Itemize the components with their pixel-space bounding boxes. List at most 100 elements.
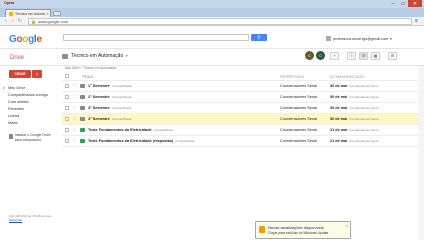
vertical-scrollbar[interactable]	[418, 66, 424, 240]
add-person-icon[interactable]: +	[330, 51, 339, 60]
browser-titlebar: Opera – ▭ ✕	[0, 0, 424, 8]
reload-icon[interactable]: ↻	[17, 18, 23, 24]
minimize-icon[interactable]: –	[388, 0, 398, 7]
computer-icon	[9, 134, 13, 139]
file-owner: Coordenadores Senai	[280, 95, 317, 99]
column-title[interactable]: TÍTULO	[82, 75, 93, 79]
table-row[interactable]: ☆ 2° Semestre Compartilhada Coordenadores…	[62, 92, 424, 103]
drive-product-label[interactable]: Drive	[10, 55, 24, 61]
star-icon[interactable]: ☆	[72, 127, 76, 133]
info-icon[interactable]: ⓘ	[347, 51, 356, 60]
row-checkbox[interactable]	[65, 106, 69, 110]
forward-icon[interactable]: ›	[10, 18, 16, 24]
tab-close-icon[interactable]: ×	[45, 11, 50, 16]
search-button[interactable]: ⚲	[251, 34, 267, 41]
select-all-checkbox[interactable]	[65, 74, 69, 78]
google-logo[interactable]: Google	[9, 34, 42, 45]
back-icon[interactable]: ‹	[3, 18, 9, 24]
drive-sidebar: CRIAR ⇪ ▾ Meu Drive Compartilhados comigo…	[0, 66, 62, 240]
avatar	[326, 36, 331, 41]
notification-title: Novas atualizações disponíveis	[268, 225, 324, 230]
install-text: Instalar o Google Drive para computador	[14, 133, 51, 142]
file-name: 2° Semestre Compartilhada	[88, 95, 132, 99]
row-checkbox[interactable]	[65, 84, 69, 88]
folder-title: Técnico em Automação	[71, 53, 124, 59]
file-owner: Coordenadores Senai	[280, 117, 317, 121]
file-modified: 21 de mai Coordenadores Senai	[330, 128, 379, 132]
spreadsheet-icon	[80, 128, 85, 132]
browser-tab[interactable]: Técnico em Automação - ... ×	[5, 9, 51, 17]
collaborator-avatar[interactable]: C	[316, 51, 325, 60]
sidebar-item-lixeira[interactable]: Lixeira	[3, 112, 61, 119]
account-menu[interactable]: professora.senai.tgs@gmail.com ▼	[326, 36, 392, 41]
grid-view-icon[interactable]: ▦	[371, 51, 380, 60]
install-drive-link[interactable]: Instalar o Google Drive para computador	[9, 133, 54, 142]
toolbar-actions: C C + ⓘ ☰ ▦ ⚙	[305, 51, 397, 60]
folder-header[interactable]: Técnico em Automação ▼	[62, 53, 128, 59]
file-modified: 30 de mai Coordenadores Senai	[330, 117, 379, 121]
windows-update-notification[interactable]: Novas atualizações disponíveis Clique pa…	[255, 221, 351, 239]
sidebar-item-recentes[interactable]: Recentes	[3, 105, 61, 112]
maximize-icon[interactable]: ▭	[398, 0, 408, 7]
close-window-icon[interactable]: ✕	[408, 0, 422, 7]
shield-icon	[259, 226, 265, 233]
file-name: 4° Semestre Compartilhada	[88, 117, 132, 121]
sidebar-item-compartilhados[interactable]: Compartilhados comigo	[3, 91, 61, 98]
file-owner: Coordenadores Senai	[280, 106, 317, 110]
file-owner: Coordenadores Senai	[280, 128, 317, 132]
column-modified[interactable]: ÚLTIMA MODIFICAÇÃO	[330, 75, 365, 79]
tab-strip: Técnico em Automação - ... ×	[0, 8, 424, 17]
sidebar-item-meu-drive[interactable]: ▾ Meu Drive	[3, 84, 61, 91]
shared-folder-icon	[80, 95, 85, 99]
spreadsheet-icon	[80, 139, 85, 143]
table-row[interactable]: ☆ 3° Semestre Compartilhada Coordenadores…	[62, 103, 424, 114]
file-modified: 21 de mai Coordenadores Senai	[330, 139, 379, 143]
address-bar[interactable]: 🔒 www.google.com	[28, 17, 412, 25]
file-modified: 30 de mai Coordenadores Senai	[330, 95, 379, 99]
column-header: TÍTULO PROPRIETÁRIO ÚLTIMA MODIFICAÇÃO	[62, 73, 424, 81]
sidebar-item-com-estrela[interactable]: Com estrela	[3, 98, 61, 105]
account-email: professora.senai.tgs@gmail.com	[333, 36, 389, 41]
file-name: Teste Fundamentos da Eletricidade Compart…	[88, 128, 174, 132]
column-owner[interactable]: PROPRIETÁRIO	[280, 75, 304, 79]
list-view-icon[interactable]: ☰	[359, 51, 368, 60]
row-checkbox[interactable]	[65, 139, 69, 143]
star-icon[interactable]: ☆	[72, 94, 76, 100]
shared-folder-icon	[80, 106, 85, 110]
chevron-down-icon: ▼	[389, 36, 393, 41]
navigation-bar: ‹ › ↻ 🔒 www.google.com ≡	[0, 17, 424, 26]
table-row[interactable]: ☆ Teste Fundamentos da Eletricidade (res…	[62, 136, 424, 147]
storage-quota: 0.01 GB (1%) de 15 GB em uso Gerenciar	[9, 214, 51, 222]
star-icon[interactable]: ☆	[72, 105, 76, 111]
star-icon[interactable]: ☆	[72, 116, 76, 122]
create-button[interactable]: CRIAR	[9, 70, 31, 78]
row-checkbox[interactable]	[65, 128, 69, 132]
new-tab-button[interactable]	[53, 11, 61, 16]
manage-storage-link[interactable]: Gerenciar	[9, 218, 22, 222]
file-modified: 30 de mai Coordenadores Senai	[330, 106, 379, 110]
row-checkbox[interactable]	[65, 117, 69, 121]
table-row[interactable]: ☆ Teste Fundamentos da Eletricidade Compa…	[62, 125, 424, 136]
chevron-down-icon: ▾	[16, 120, 18, 125]
search-input[interactable]	[63, 34, 249, 41]
breadcrumb[interactable]: Meu Drive > Técnico em Automação	[65, 66, 116, 70]
google-header: Google ⚲ professora.senai.tgs@gmail.com …	[0, 27, 424, 49]
browser-menu-icon[interactable]: ≡	[415, 18, 418, 24]
url-text: www.google.com	[37, 18, 69, 24]
collaborator-avatar[interactable]: C	[305, 51, 314, 60]
close-icon[interactable]: ×	[346, 223, 348, 228]
chevron-down-icon: ▼	[125, 54, 129, 58]
gear-icon[interactable]: ⚙	[388, 51, 397, 60]
table-row[interactable]: ☆ 4° Semestre Compartilhada Coordenadores…	[62, 114, 424, 125]
upload-button[interactable]: ⇪	[32, 70, 42, 78]
lock-icon: 🔒	[31, 18, 36, 24]
table-row[interactable]: ☆ 1° Semestre Compartilhada Coordenadores…	[62, 81, 424, 92]
file-owner: Coordenadores Senai	[280, 139, 317, 143]
star-icon[interactable]: ☆	[72, 138, 76, 144]
sidebar-item-mais[interactable]: Mais ▾	[3, 119, 61, 126]
row-checkbox[interactable]	[65, 95, 69, 99]
search-icon: ⚲	[257, 34, 261, 41]
app-name: Opera	[4, 1, 15, 5]
star-icon[interactable]: ☆	[72, 83, 76, 89]
tab-title: Técnico em Automação - ...	[15, 11, 45, 16]
